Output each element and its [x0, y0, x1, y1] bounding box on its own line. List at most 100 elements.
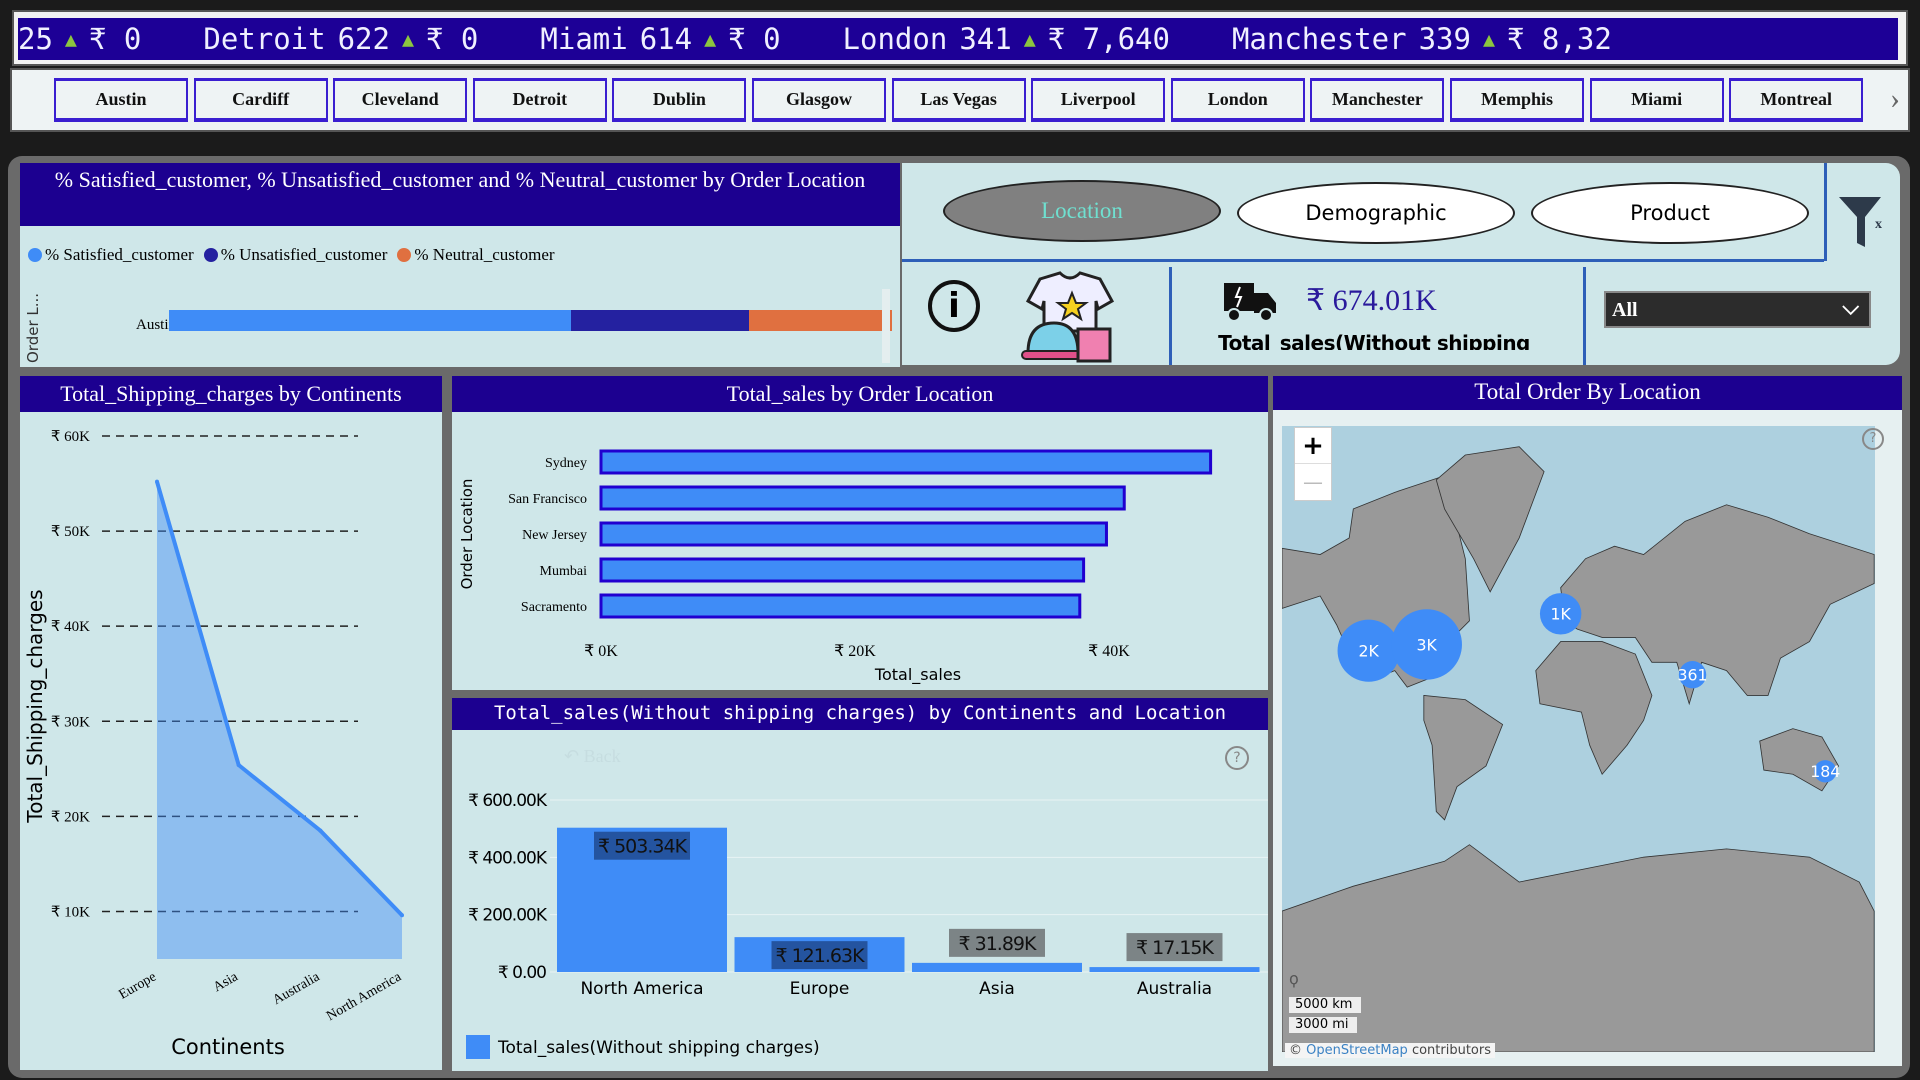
bar — [599, 593, 1082, 619]
dropdown-value: All — [1612, 299, 1638, 321]
y-tick-label: ₹ 30K — [51, 714, 90, 730]
y-tick-label: ₹ 50K — [51, 524, 90, 540]
location-dropdown[interactable]: All ⌵ — [1604, 291, 1871, 328]
zoom-out-button[interactable]: — — [1295, 464, 1331, 500]
osm-link[interactable]: OpenStreetMap — [1306, 1043, 1408, 1058]
legend-item[interactable]: % Unsatisfied_customer — [203, 245, 387, 265]
clothing-icon — [1021, 271, 1115, 363]
divider — [1169, 267, 1172, 365]
ticker-value: ₹ 0 — [728, 22, 781, 56]
bar — [599, 557, 1086, 583]
city-button-cardiff[interactable]: Cardiff — [193, 78, 328, 122]
map-bubble[interactable]: 1K — [1539, 593, 1582, 635]
legend-marker — [28, 248, 42, 262]
axis-label: Order L... — [24, 292, 42, 363]
city-button-detroit[interactable]: Detroit — [472, 78, 607, 122]
lasso-icon[interactable]: ϙ — [1289, 969, 1299, 988]
city-button-dublin[interactable]: Dublin — [612, 78, 747, 122]
world-map[interactable]: 2K 3K 1K 361 184 — [1282, 426, 1875, 1052]
shipping-chart: ₹ 60K ₹ 50K ₹ 40K ₹ 30K ₹ 20K ₹ 10K Europe Asia… — [23, 429, 405, 1059]
help-icon[interactable]: ? — [1862, 428, 1884, 450]
ticker: 25 ▲ ₹ 0 Detroit 622 ▲ ₹ 0 Miami 614 ▲ ₹ 0 London 34… — [12, 10, 1908, 66]
data-point — [400, 913, 404, 918]
scrollbar[interactable] — [882, 289, 890, 363]
ticker-item: London 341 ▲ ₹ 7,640 — [843, 22, 1170, 56]
ticker-city: Miami — [540, 22, 628, 56]
navigation-panel: Location Demographic Product x i ₹ 674.0… — [902, 163, 1900, 365]
tab-demographic[interactable]: Demographic — [1237, 182, 1515, 244]
map-bubble[interactable]: 361 — [1678, 661, 1708, 689]
kpi-label: Total_sales(Without shipping charges) — [1218, 331, 1530, 350]
map-bubble[interactable]: 3K — [1391, 609, 1462, 680]
up-arrow-icon: ▲ — [1023, 27, 1036, 51]
x-tick-label: North America — [324, 969, 405, 1024]
category-label: Austin — [135, 317, 176, 333]
attribution-suffix: contributors — [1411, 1043, 1492, 1058]
ticker-item: Manchester 339 ▲ ₹ 8,32 — [1232, 22, 1612, 56]
legend-marker — [397, 248, 412, 262]
city-button-austin[interactable]: Austin — [54, 78, 188, 122]
divider — [902, 259, 1824, 262]
legend-item[interactable]: % Neutral_customer — [397, 245, 555, 265]
ticker-count: 339 — [1418, 22, 1471, 56]
ticker-count: 341 — [959, 22, 1012, 56]
city-button-manchester[interactable]: Manchester — [1310, 78, 1445, 122]
city-button-montreal[interactable]: Montreal — [1729, 78, 1864, 122]
category-label: Sydney — [545, 456, 587, 471]
legend-marker — [203, 248, 218, 262]
chevron-right-icon[interactable]: › — [1890, 82, 1900, 116]
city-button-cleveland[interactable]: Cleveland — [333, 78, 468, 122]
map-bubble[interactable]: 184 — [1810, 760, 1840, 783]
tab-location[interactable]: Location — [943, 180, 1221, 242]
bar-segment-0[interactable] — [169, 310, 571, 331]
map-panel: Total Order By Location 2K 3K 1K 361 184 + —… — [1273, 376, 1902, 1066]
bar — [599, 521, 1108, 547]
city-button-memphis[interactable]: Memphis — [1450, 78, 1584, 122]
map-bubble[interactable]: 2K — [1337, 619, 1400, 682]
city-button-miami[interactable]: Miami — [1589, 78, 1724, 122]
bar-segment-2[interactable] — [748, 310, 892, 331]
x-tick-label: Europe — [116, 969, 159, 1002]
bubble-label: 361 — [1678, 666, 1708, 685]
bubble-label: 184 — [1810, 762, 1840, 781]
clear-filter-icon[interactable]: x — [1837, 195, 1887, 250]
info-icon[interactable]: i — [928, 280, 980, 332]
city-button-las-vegas[interactable]: Las Vegas — [891, 78, 1026, 122]
ticker-count: 622 — [337, 22, 390, 56]
bar — [599, 449, 1213, 475]
category-label: Sacramento — [521, 600, 587, 615]
data-label: ₹ 31.89K — [959, 933, 1038, 955]
city-button-liverpool[interactable]: Liverpool — [1031, 78, 1166, 122]
city-button-london[interactable]: London — [1170, 78, 1305, 122]
satisfaction-title: % Satisfied_customer, % Unsatisfied_cust… — [20, 163, 900, 226]
area-fill — [157, 481, 402, 959]
up-arrow-icon: ▲ — [401, 27, 415, 51]
map-attribution: © OpenStreetMap contributors — [1285, 1043, 1496, 1058]
bar-segment-1[interactable] — [570, 310, 749, 331]
stacked-bar[interactable] — [169, 310, 892, 331]
ticker-city: Detroit — [203, 22, 326, 56]
up-arrow-icon: ▲ — [1482, 27, 1496, 51]
category-label: San Francisco — [508, 492, 587, 507]
sales-location-chart: Sydney San Francisco New Jersey Mumbai Sacra… — [458, 449, 1213, 685]
legend-label: % Neutral_customer — [414, 245, 555, 264]
y-tick-label: ₹ 20K — [51, 809, 90, 825]
city-button-glasgow[interactable]: Glasgow — [752, 78, 886, 122]
up-arrow-icon: ▲ — [64, 27, 77, 51]
x-tick-label: Australia — [270, 969, 323, 1008]
legend-marker — [466, 1035, 490, 1059]
satisfaction-panel: % Satisfied_customer, % Unsatisfied_cust… — [20, 163, 900, 367]
y-tick-label: ₹ 400.00K — [468, 848, 548, 868]
shipping-panel: Total_Shipping_charges by Continents ₹ 6… — [20, 376, 442, 1070]
tab-product[interactable]: Product — [1531, 182, 1809, 244]
zoom-controls: + — — [1294, 427, 1332, 501]
divider — [1583, 267, 1586, 365]
zoom-in-button[interactable]: + — [1295, 428, 1331, 464]
sales-continent-panel: Total_sales(Without shipping charges) by… — [452, 698, 1268, 1071]
scale-km: 5000 km — [1288, 996, 1362, 1014]
category-label: Mumbai — [540, 564, 588, 579]
delivery-truck-icon — [1224, 283, 1276, 322]
ticker-value: ₹ 8,32 — [1507, 22, 1612, 56]
x-tick-label: ₹ 40K — [1088, 643, 1130, 660]
legend-item[interactable]: % Satisfied_customer — [28, 245, 194, 265]
